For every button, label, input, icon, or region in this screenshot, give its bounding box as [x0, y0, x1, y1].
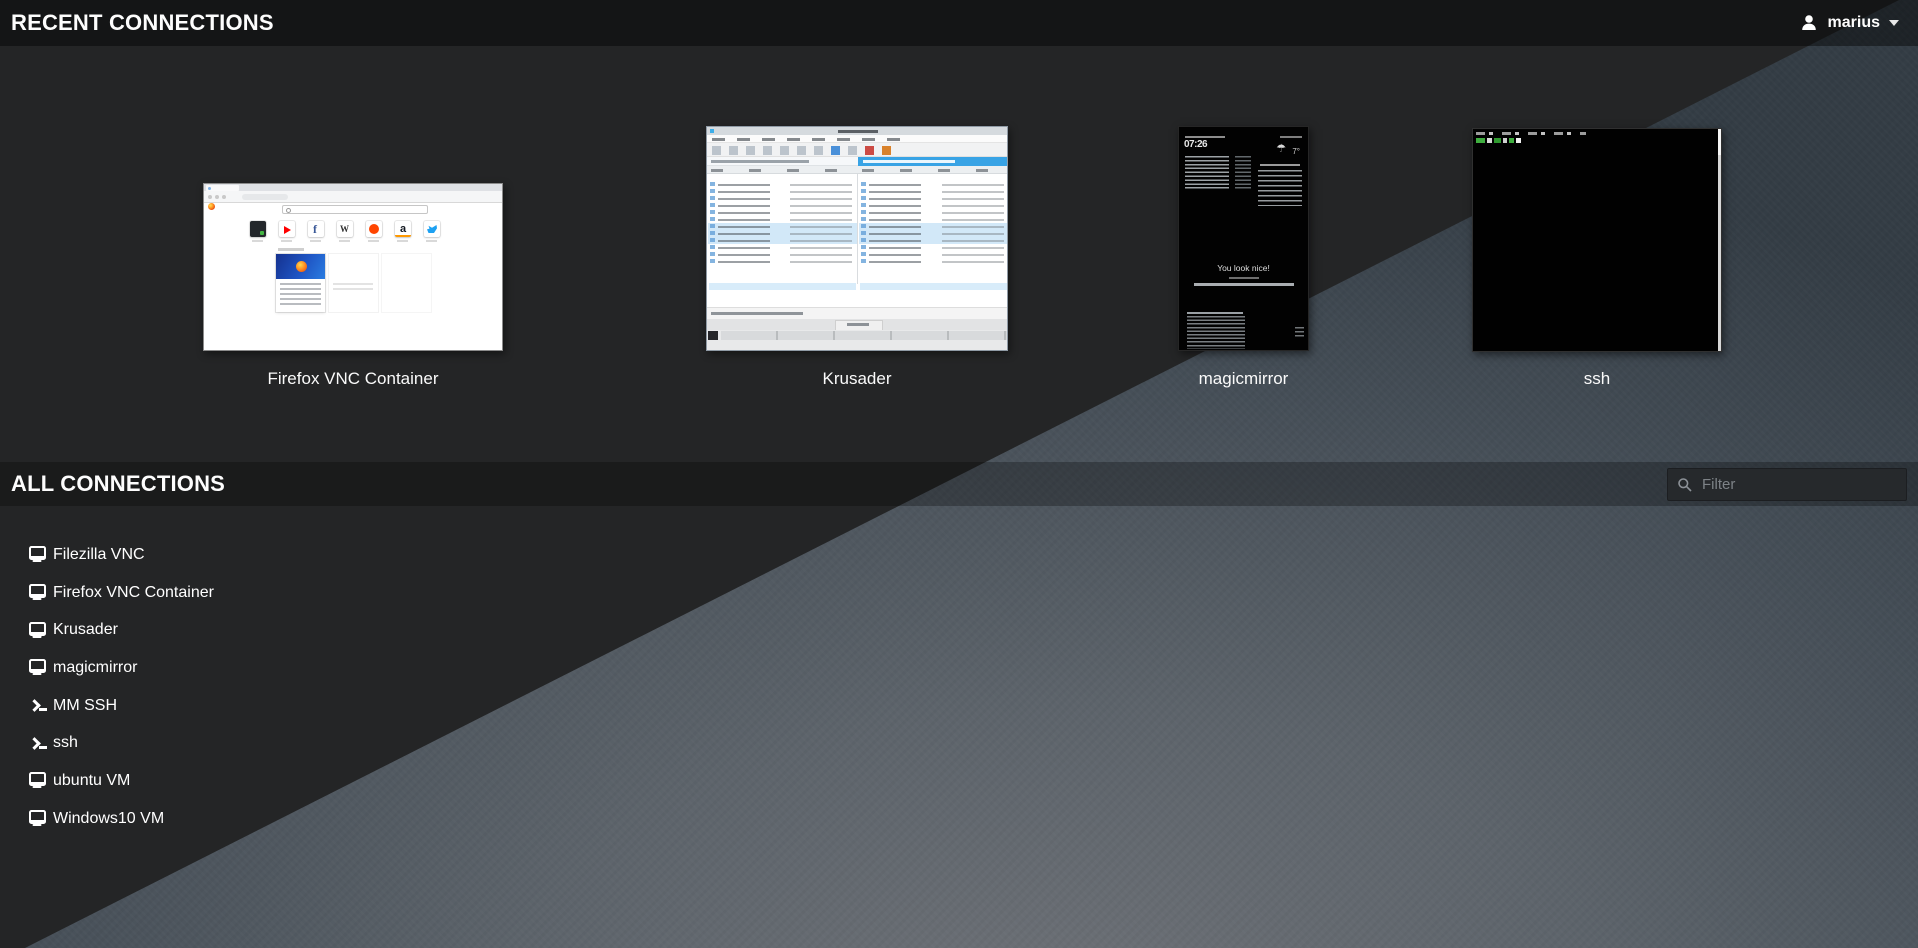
thumbnail-magicmirror: 07:26 ☂ 7° You look nice!: [1178, 126, 1309, 351]
shortcut-tile-terminal: [250, 221, 266, 237]
shortcut-tile-youtube: [279, 221, 295, 237]
filter-wrap: [1667, 468, 1907, 501]
terminal-icon: [27, 733, 47, 753]
user-name: marius: [1828, 14, 1880, 32]
recent-card-label: Firefox VNC Container: [203, 367, 503, 391]
terminal-icon: [27, 696, 47, 716]
terminal-scrollbar: [1718, 129, 1721, 351]
shortcut-tile-amazon: [395, 221, 411, 237]
connection-item-mm-ssh[interactable]: MM SSH: [0, 687, 320, 725]
connection-item-krusader[interactable]: Krusader: [0, 611, 320, 649]
monitor-icon: [27, 545, 47, 565]
header-bar: RECENT CONNECTIONS marius: [0, 0, 1918, 46]
recent-card-label: Krusader: [706, 367, 1008, 391]
recent-card-label: magicmirror: [1178, 367, 1309, 391]
user-menu[interactable]: marius: [1795, 0, 1903, 46]
connection-item-ubuntu-vm[interactable]: ubuntu VM: [0, 762, 320, 800]
monitor-icon: [27, 658, 47, 678]
thumbnail-krusader: [706, 126, 1008, 351]
thumbnail-ssh-terminal: [1472, 128, 1722, 352]
all-connections-title: ALL CONNECTIONS: [11, 471, 225, 497]
monitor-icon: [27, 583, 47, 603]
weather-temperature: 7°: [1292, 147, 1300, 156]
monitor-icon: [27, 809, 47, 829]
all-connections-bar: ALL CONNECTIONS: [0, 462, 1918, 506]
monitor-icon: [27, 771, 47, 791]
firefox-logo-icon: [208, 203, 215, 210]
connection-item-windows10-vm[interactable]: Windows10 VM: [0, 800, 320, 838]
weather-umbrella-icon: ☂: [1276, 144, 1286, 155]
filter-input[interactable]: [1667, 468, 1907, 501]
magicmirror-clock: 07:26: [1184, 139, 1207, 150]
user-icon: [1799, 13, 1819, 33]
magicmirror-compliment: You look nice!: [1179, 263, 1308, 273]
recent-card-label: ssh: [1472, 367, 1722, 391]
monitor-icon: [27, 620, 47, 640]
shortcut-tile-twitter: [424, 221, 440, 237]
page-title: RECENT CONNECTIONS: [11, 10, 274, 36]
connection-item-magicmirror[interactable]: magicmirror: [0, 649, 320, 687]
connection-item-filezilla-vnc[interactable]: Filezilla VNC: [0, 536, 320, 574]
shortcut-tile-wikipedia: [337, 221, 353, 237]
connection-item-ssh[interactable]: ssh: [0, 724, 320, 762]
thumbnail-firefox: [203, 183, 503, 351]
connection-list: Filezilla VNC Firefox VNC Container Krus…: [0, 536, 320, 838]
connection-item-firefox-vnc-container[interactable]: Firefox VNC Container: [0, 574, 320, 612]
chevron-down-icon: [1889, 20, 1899, 26]
shortcut-tile-reddit: [366, 221, 382, 237]
shortcut-tile-facebook: [308, 221, 324, 237]
